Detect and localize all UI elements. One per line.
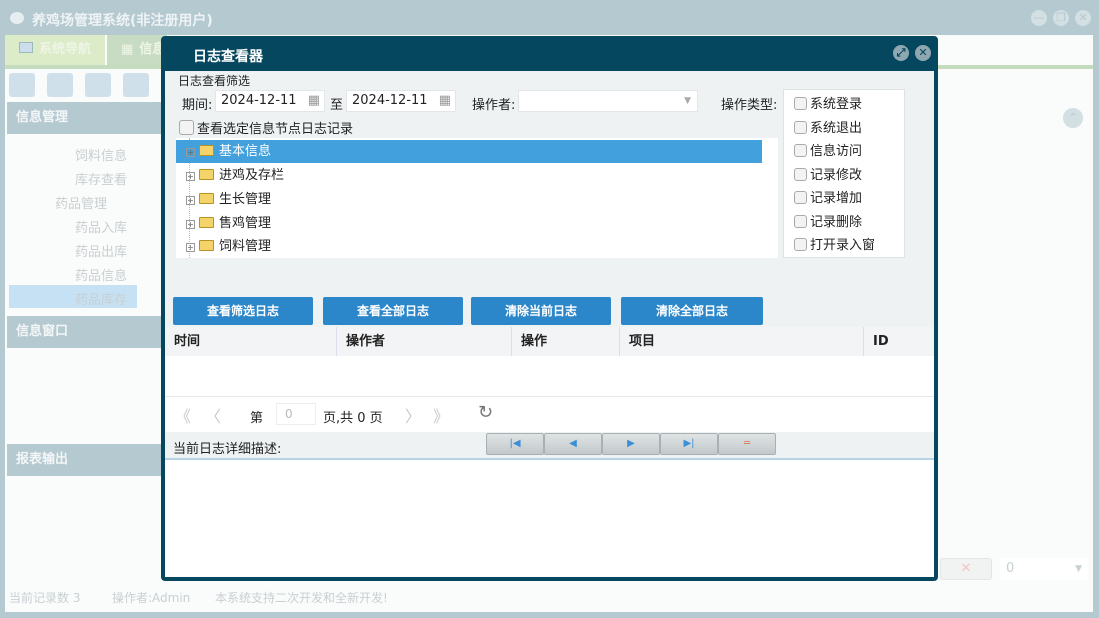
- optype-checkbox[interactable]: 记录删除: [794, 211, 904, 235]
- tree-node[interactable]: + 进鸡及存栏: [176, 164, 762, 187]
- delete-button[interactable]: ✕: [940, 558, 992, 580]
- detail-text-area[interactable]: [165, 458, 934, 577]
- clear-all-logs-button[interactable]: 清除全部日志: [621, 297, 763, 325]
- column-header-operator[interactable]: 操作者: [337, 327, 512, 356]
- detail-label: 当前日志详细描述:: [173, 442, 282, 457]
- close-icon[interactable]: ✕: [915, 45, 931, 61]
- view-all-logs-button[interactable]: 查看全部日志: [323, 297, 463, 325]
- list-tool-icon[interactable]: [47, 73, 73, 97]
- view-filtered-logs-button[interactable]: 查看筛选日志: [173, 297, 313, 325]
- status-operator: 操作者:Admin: [112, 591, 191, 605]
- tree-item[interactable]: 药品管理: [55, 193, 107, 212]
- collapse-up-icon[interactable]: ⌃: [1063, 108, 1083, 128]
- calendar-icon: ▦: [438, 93, 451, 108]
- to-label: 至: [330, 98, 344, 113]
- tree-item[interactable]: 库存查看: [75, 169, 127, 188]
- first-page-icon[interactable]: 《: [175, 403, 191, 427]
- page-input[interactable]: 0: [276, 403, 316, 425]
- tree-item[interactable]: 饲料信息: [75, 145, 127, 164]
- chevron-down-icon: ▼: [684, 96, 691, 106]
- column-header-id[interactable]: ID: [864, 327, 934, 356]
- dialog-body: 日志查看筛选 期间: 2024-12-11 ▦ 至 2024-12-11 ▦ 操作者…: [165, 71, 934, 577]
- optype-checkbox[interactable]: 记录增加: [794, 187, 904, 211]
- status-records: 当前记录数 3: [9, 591, 81, 605]
- prev-record-button[interactable]: ◀: [544, 433, 602, 455]
- date-from-input[interactable]: 2024-12-11 ▦: [215, 90, 325, 112]
- optype-checkbox[interactable]: 系统退出: [794, 117, 904, 141]
- operator-label: 操作者:: [472, 98, 516, 113]
- tree-item[interactable]: 药品库存: [75, 289, 127, 308]
- panel-header-info-mgmt[interactable]: 信息管理: [7, 102, 162, 134]
- search-tool-icon[interactable]: [9, 73, 35, 97]
- dialog-title: 日志查看器: [193, 49, 263, 65]
- node-log-checkbox[interactable]: 查看选定信息节点日志记录: [179, 118, 353, 137]
- log-viewer-dialog: 日志查看器 ⤢ ✕ 日志查看筛选 期间: 2024-12-11 ▦ 至 2024-…: [161, 36, 938, 581]
- tab-info[interactable]: ▦ 信息: [107, 35, 167, 65]
- info-tree: + 基本信息 + 进鸡及存栏 + 生长管理 + 售鸡管理 + 饲料管理: [176, 138, 778, 258]
- restore-icon[interactable]: ❐: [1053, 10, 1069, 26]
- filter-label: 日志查看筛选: [178, 74, 251, 88]
- next-page-icon[interactable]: 〉: [405, 403, 421, 427]
- close-icon[interactable]: ✕: [1075, 10, 1091, 26]
- tree-node[interactable]: + 售鸡管理: [176, 212, 762, 235]
- folder-icon: [199, 217, 214, 228]
- tab-system-nav[interactable]: 系统导航: [5, 35, 105, 65]
- tree-node-selected[interactable]: + 基本信息: [176, 140, 762, 163]
- date-to-input[interactable]: 2024-12-11 ▦: [346, 90, 456, 112]
- folder-icon: [199, 145, 214, 156]
- column-header-item[interactable]: 项目: [620, 327, 864, 356]
- app-logo-icon: [10, 12, 24, 24]
- folder-icon: [199, 193, 214, 204]
- maximize-icon[interactable]: ⤢: [893, 45, 909, 61]
- panel-header-info-window[interactable]: 信息窗口: [7, 316, 162, 348]
- status-note: 本系统支持二次开发和全新开发!: [215, 591, 388, 605]
- delete-record-button[interactable]: ═: [718, 433, 776, 455]
- tree-item[interactable]: 药品信息: [75, 265, 127, 284]
- next-record-button[interactable]: ▶: [602, 433, 660, 455]
- panel-header-report[interactable]: 报表输出: [7, 444, 162, 476]
- optype-checkbox[interactable]: 记录修改: [794, 164, 904, 188]
- operator-select[interactable]: ▼: [518, 90, 698, 112]
- minimize-icon[interactable]: —: [1031, 10, 1047, 26]
- period-label: 期间:: [182, 98, 213, 113]
- tree-item[interactable]: 药品入库: [75, 217, 127, 236]
- tree-item[interactable]: 药品出库: [75, 241, 127, 260]
- document-tool-icon[interactable]: [85, 73, 111, 97]
- user-tool-icon[interactable]: [123, 73, 149, 97]
- optype-list: 系统登录 系统退出 信息访问 记录修改 记录增加 记录删除 打开录入窗: [783, 89, 905, 258]
- page-total: 页,共 0 页: [323, 411, 383, 426]
- optype-checkbox[interactable]: 信息访问: [794, 140, 904, 164]
- page-prefix: 第: [250, 411, 264, 426]
- app-title: 养鸡场管理系统(非注册用户): [32, 13, 213, 29]
- optype-label: 操作类型:: [721, 98, 778, 113]
- last-page-icon[interactable]: 》: [433, 403, 449, 427]
- first-record-button[interactable]: |◀: [486, 433, 544, 455]
- folder-icon: [199, 240, 214, 251]
- optype-checkbox[interactable]: 打开录入窗: [794, 234, 904, 258]
- bg-select[interactable]: 0 ▼: [1000, 558, 1088, 580]
- folder-icon: [199, 169, 214, 180]
- tree-node[interactable]: + 饲料管理: [176, 235, 762, 258]
- column-header-time[interactable]: 时间: [165, 327, 337, 356]
- tree-node[interactable]: + 生长管理: [176, 188, 762, 211]
- column-header-action[interactable]: 操作: [512, 327, 620, 356]
- refresh-icon[interactable]: ↻: [478, 402, 493, 423]
- prev-page-icon[interactable]: 〈: [205, 403, 221, 427]
- last-record-button[interactable]: ▶|: [660, 433, 718, 455]
- optype-checkbox[interactable]: 系统登录: [794, 93, 904, 117]
- calendar-icon: ▦: [307, 93, 320, 108]
- clear-current-logs-button[interactable]: 清除当前日志: [471, 297, 611, 325]
